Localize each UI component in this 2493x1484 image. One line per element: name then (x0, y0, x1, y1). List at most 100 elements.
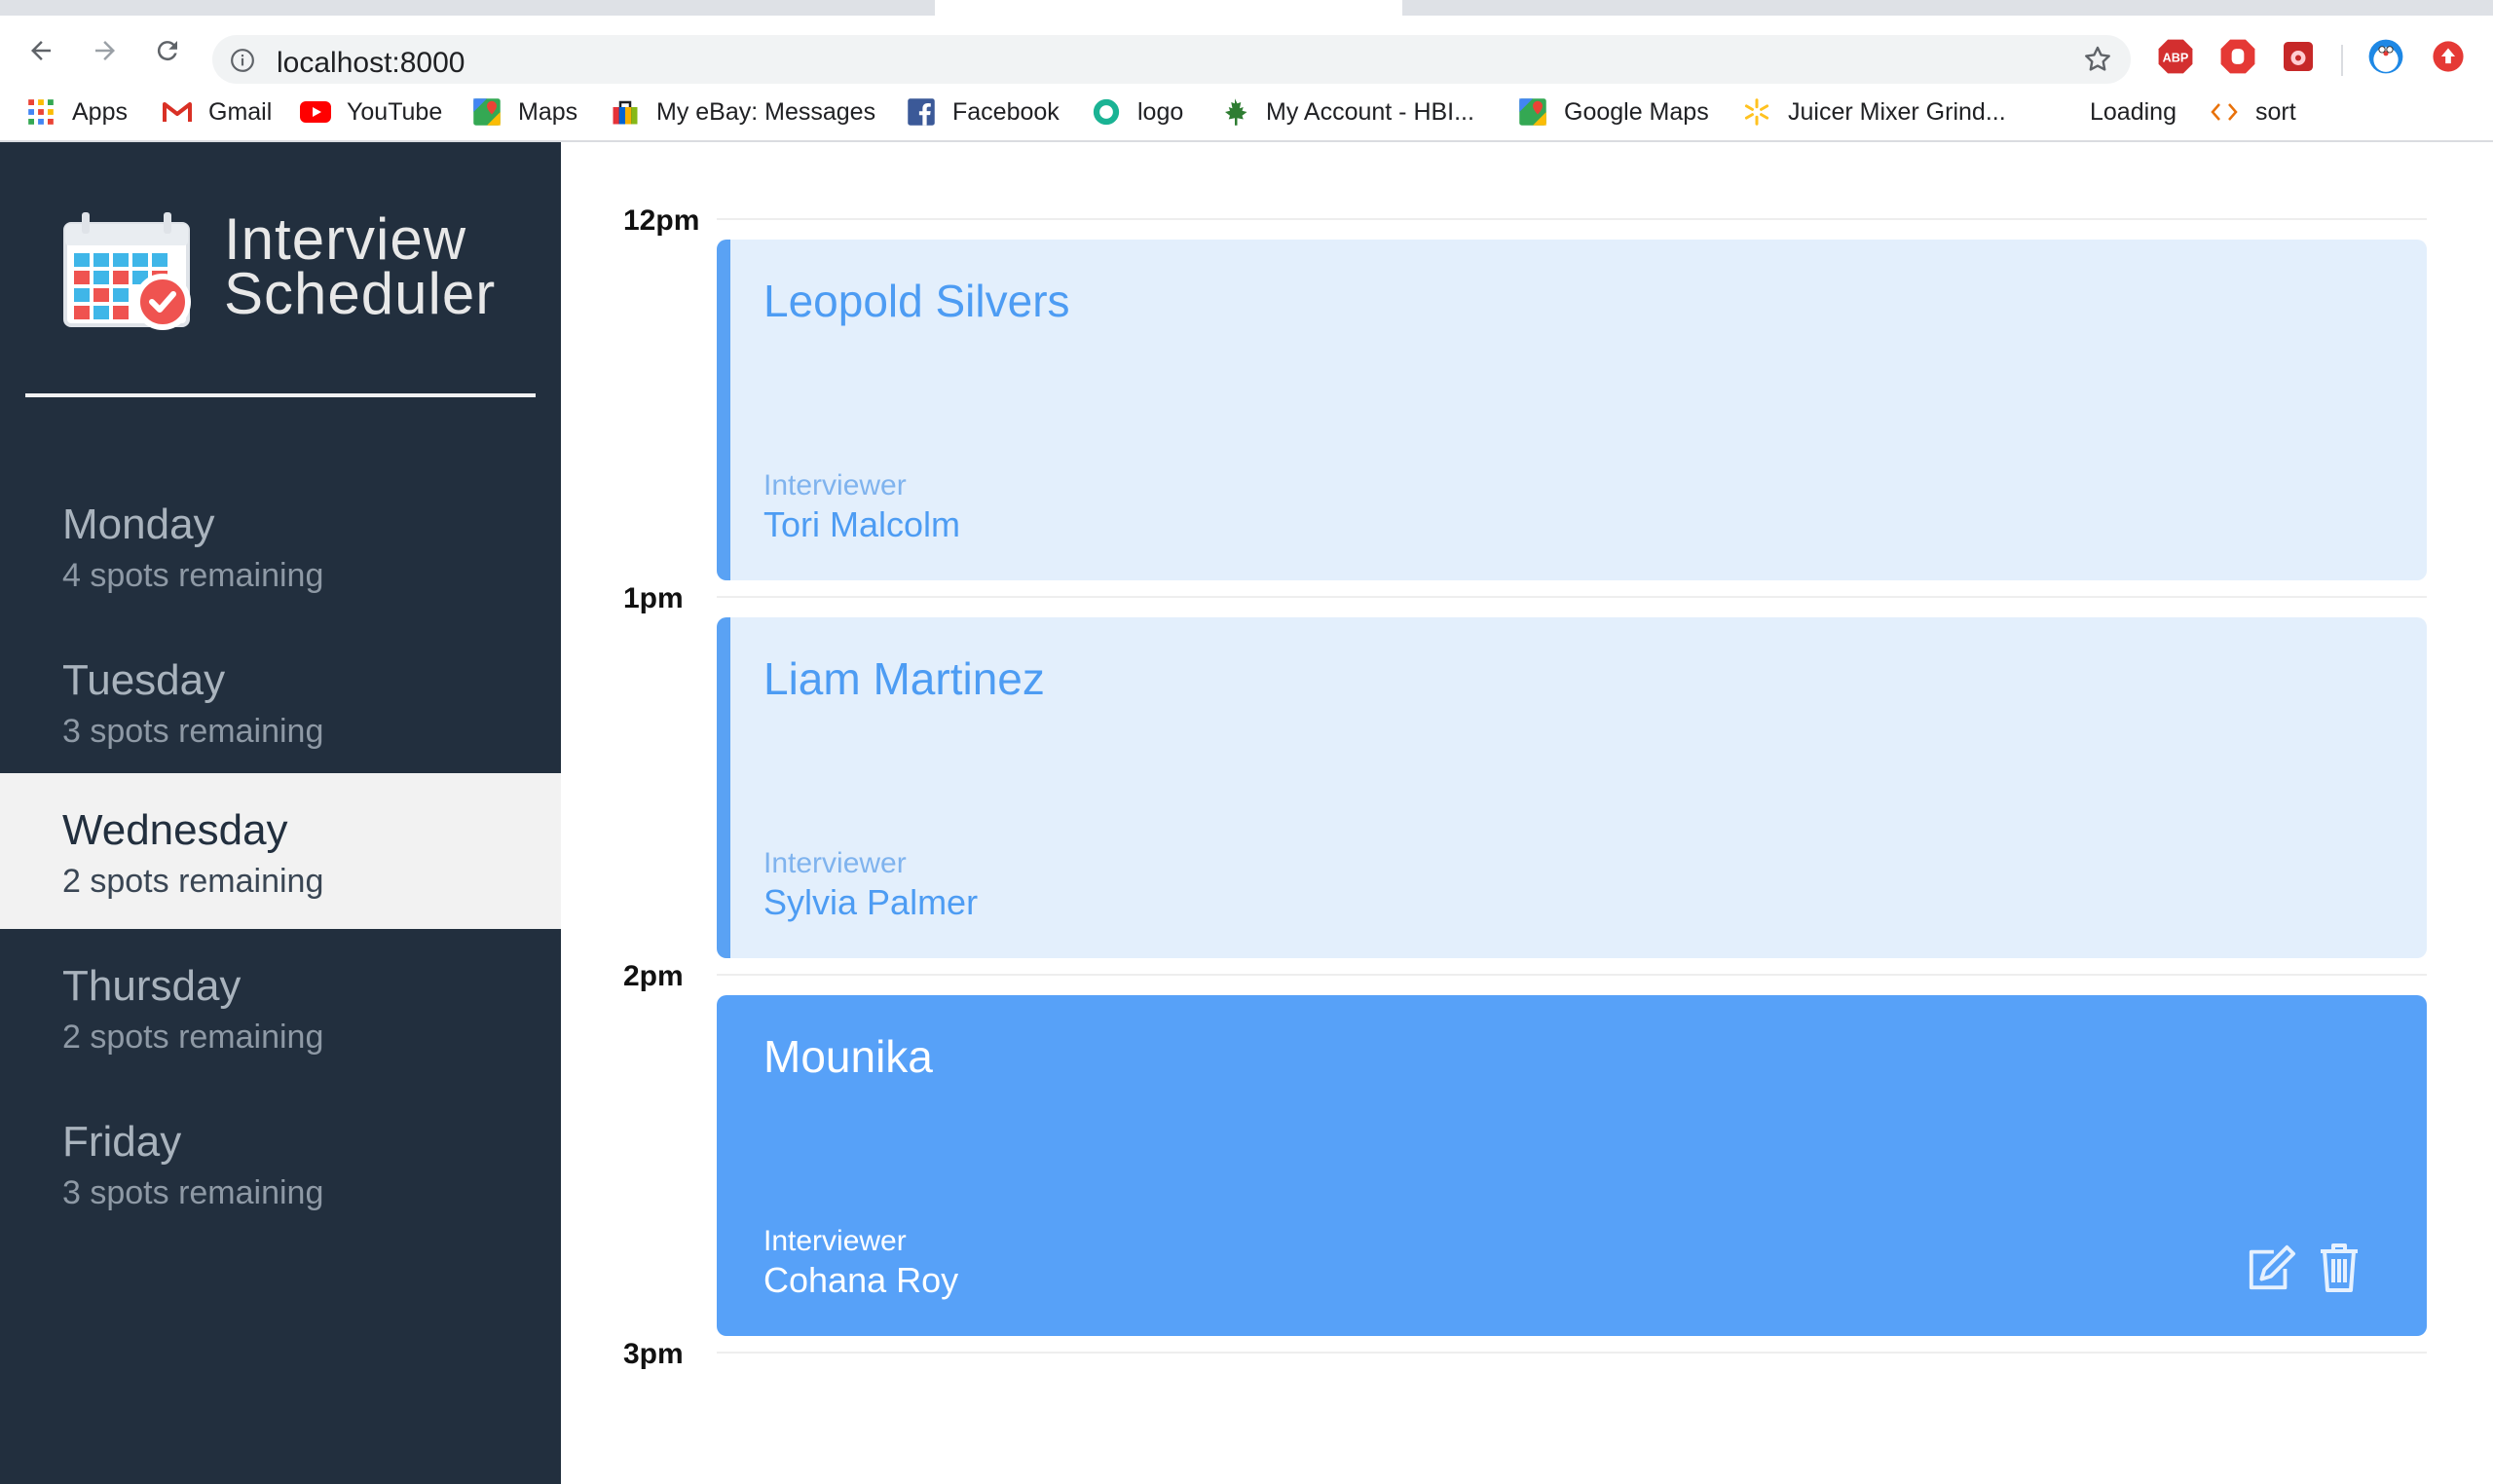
interviewer-label: Interviewer (763, 469, 907, 501)
interviewer-label: Interviewer (763, 1225, 907, 1257)
bookmark-logo[interactable]: logo (1091, 93, 1183, 130)
bookmark-ebay[interactable]: My eBay: Messages (610, 93, 875, 130)
brand-line-2: Scheduler (224, 261, 497, 326)
bookmark-star-icon[interactable] (2082, 44, 2113, 80)
red-upload-icon[interactable] (2429, 37, 2468, 76)
bookmark-juicer[interactable]: Juicer Mixer Grind... (1741, 93, 2006, 130)
arrow-left-icon (31, 41, 51, 60)
youtube-icon (300, 96, 331, 128)
arrow-right-icon (95, 41, 115, 60)
toolbar-separator (2341, 45, 2343, 76)
interviewer-name: Cohana Roy (763, 1260, 959, 1300)
appointment-actions (2246, 1243, 2364, 1293)
bug-extension-icon[interactable] (2279, 37, 2318, 76)
bookmark-label: Gmail (208, 97, 273, 126)
bookmark-label: My Account - HBI... (1266, 97, 1474, 126)
bookmark-label: sort (2255, 97, 2296, 126)
maple-leaf-icon (1219, 96, 1250, 128)
brand-line-1: Interview (224, 206, 467, 272)
site-info-icon[interactable] (230, 48, 255, 78)
day-name: Thursday (62, 962, 242, 1010)
bookmark-label: Apps (72, 97, 128, 126)
student-name: Liam Martinez (763, 653, 1045, 704)
interviewer-label: Interviewer (763, 847, 907, 879)
day-spots: 2 spots remaining (62, 1019, 324, 1056)
bookmark-label: logo (1137, 97, 1184, 126)
bookmark-label: Maps (518, 97, 578, 126)
slot-divider (717, 1352, 2427, 1354)
walmart-spark-icon (1741, 96, 1772, 128)
day-spots: 3 spots remaining (62, 713, 324, 750)
tab-strip (0, 0, 2493, 16)
reload-icon (157, 41, 177, 61)
bookmark-sort[interactable]: sort (2209, 93, 2296, 130)
bookmark-label: My eBay: Messages (656, 97, 876, 126)
bookmarks-bar: Apps Gmail YouTube Maps My eBay: Message… (0, 86, 2493, 142)
interviewer-name: Tori Malcolm (763, 504, 961, 544)
active-tab[interactable] (935, 0, 1402, 16)
browser-toolbar: localhost:8000 ABP (0, 16, 2493, 84)
student-name: Mounika (763, 1031, 933, 1082)
slot-divider (717, 974, 2427, 976)
reload-button[interactable] (150, 33, 185, 68)
slot-divider (717, 596, 2427, 598)
student-name: Leopold Silvers (763, 276, 1070, 326)
day-item-thursday[interactable]: Thursday 2 spots remaining (0, 929, 561, 1085)
day-item-friday[interactable]: Friday 3 spots remaining (0, 1085, 561, 1241)
url-text: localhost:8000 (277, 47, 465, 79)
bookmark-facebook[interactable]: Facebook (906, 93, 1060, 130)
bookmark-label: Loading (2090, 97, 2177, 126)
day-spots: 2 spots remaining (62, 863, 324, 900)
time-label: 3pm (623, 1338, 684, 1370)
day-name: Friday (62, 1118, 182, 1166)
day-item-wednesday[interactable]: Wednesday 2 spots remaining (0, 773, 561, 929)
day-name: Monday (62, 501, 215, 548)
day-spots: 4 spots remaining (62, 557, 324, 594)
day-item-monday[interactable]: Monday 4 spots remaining (0, 467, 561, 623)
time-label: 1pm (623, 582, 684, 614)
ebay-icon (610, 96, 641, 128)
apps-grid-icon (25, 96, 56, 128)
adblock-icon[interactable]: ABP (2156, 37, 2195, 76)
edit-icon (2249, 1244, 2296, 1290)
facebook-icon (906, 96, 937, 128)
appointment-card[interactable]: Liam Martinez Interviewer Sylvia Palmer (717, 617, 2427, 958)
appointment-card-hover[interactable]: Mounika Interviewer Cohana Roy (717, 995, 2427, 1336)
day-spots: 3 spots remaining (62, 1174, 324, 1211)
schedule: 12pm Leopold Silvers Interviewer Tori Ma… (561, 142, 2493, 1484)
sidebar: Interview Scheduler Monday 4 spots remai… (0, 142, 561, 1484)
bookmark-google-maps[interactable]: Google Maps (1517, 93, 1709, 130)
time-label: 2pm (623, 960, 684, 992)
day-name: Wednesday (62, 806, 288, 854)
day-item-tuesday[interactable]: Tuesday 3 spots remaining (0, 623, 561, 779)
day-name: Tuesday (62, 656, 226, 704)
bookmark-my-account[interactable]: My Account - HBI... (1219, 93, 1474, 130)
logo-ring-icon (1091, 96, 1122, 128)
time-label: 12pm (623, 204, 700, 237)
gmail-icon (162, 96, 193, 128)
bookmark-loading[interactable]: Loading (2090, 93, 2177, 130)
forward-button[interactable] (88, 33, 123, 68)
bookmark-label: Google Maps (1564, 97, 1709, 126)
bookmark-maps[interactable]: Maps (471, 93, 577, 130)
doraemon-icon[interactable] (2366, 37, 2405, 76)
interviewer-name: Sylvia Palmer (763, 882, 979, 922)
bookmark-gmail[interactable]: Gmail (162, 93, 272, 130)
bookmark-youtube[interactable]: YouTube (300, 93, 442, 130)
maps-icon (1517, 96, 1548, 128)
address-bar[interactable]: localhost:8000 (212, 35, 2131, 84)
delete-button[interactable] (2314, 1243, 2364, 1293)
appointment-card[interactable]: Leopold Silvers Interviewer Tori Malcolm (717, 240, 2427, 580)
back-button[interactable] (23, 33, 58, 68)
brand-title: Interview Scheduler (224, 206, 497, 326)
stop-hand-icon[interactable] (2218, 37, 2257, 76)
trash-icon (2321, 1243, 2358, 1292)
bookmark-label: Juicer Mixer Grind... (1788, 97, 2006, 126)
maps-icon (471, 96, 502, 128)
edit-button[interactable] (2246, 1243, 2296, 1293)
slot-divider (717, 218, 2427, 220)
bookmark-label: Facebook (952, 97, 1060, 126)
sidebar-divider (25, 393, 536, 397)
calendar-logo-icon (62, 210, 193, 336)
bookmark-apps[interactable]: Apps (25, 93, 128, 130)
